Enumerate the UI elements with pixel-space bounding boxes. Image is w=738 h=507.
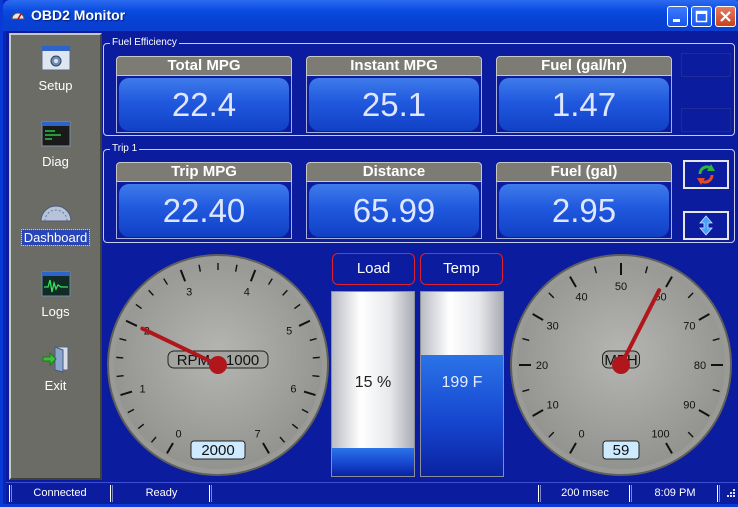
exit-door-icon xyxy=(42,346,68,373)
close-button[interactable] xyxy=(715,6,736,27)
waveform-icon xyxy=(41,271,70,297)
reset-trip-button[interactable] xyxy=(683,160,729,189)
status-connection: Connected xyxy=(33,487,87,499)
temp-bar-fill xyxy=(421,354,503,476)
sidebar-item-diag[interactable]: Diag xyxy=(11,115,100,185)
rpm-minor-tick xyxy=(116,356,124,359)
sidebar-item-dashboard[interactable]: Dashboard xyxy=(11,191,100,261)
speed-tick-label: 70 xyxy=(683,321,695,333)
metric-value: 22.4 xyxy=(119,78,289,131)
metric-value: 2.95 xyxy=(499,184,669,237)
metric-fuel-rate: Fuel (gal/hr) 1.47 xyxy=(496,56,672,133)
metric-value: 1.47 xyxy=(499,78,669,131)
rpm-readout: 2000 xyxy=(201,442,234,459)
status-interval: 200 msec xyxy=(561,487,609,499)
temp-label: Temp xyxy=(420,253,503,285)
speed-tick-label: 0 xyxy=(578,428,584,440)
group-legend: Fuel Efficiency xyxy=(110,37,179,48)
rpm-tick-label: 6 xyxy=(290,383,296,395)
rpm-tick-label: 5 xyxy=(286,326,292,338)
metric-value: 22.40 xyxy=(119,184,289,237)
speed-tick-label: 100 xyxy=(651,428,669,440)
status-state: Ready xyxy=(145,487,178,499)
sidebar-item-label: Setup xyxy=(38,78,73,93)
close-icon xyxy=(720,11,731,22)
terminal-icon xyxy=(41,121,70,147)
speed-readout: 59 xyxy=(613,442,630,459)
toggle-trip-button[interactable] xyxy=(683,211,729,240)
speed-tick-label: 80 xyxy=(694,360,706,372)
temp-bar: 199 F xyxy=(420,291,504,477)
metric-value: 65.99 xyxy=(309,184,479,237)
rpm-minor-tick xyxy=(312,356,320,359)
group-legend: Trip 1 xyxy=(110,143,140,154)
rpm-tick-label: 1 xyxy=(139,383,145,395)
title-bar[interactable]: OBD2 Monitor xyxy=(3,0,738,31)
load-bar: 15 % xyxy=(331,291,415,477)
resize-grip-icon[interactable] xyxy=(724,488,736,500)
sidebar-item-setup[interactable]: Setup xyxy=(11,39,100,109)
window-title: OBD2 Monitor xyxy=(31,7,126,23)
placeholder-button-bottom xyxy=(681,108,731,132)
metric-label: Trip MPG xyxy=(116,162,292,182)
speed-tick-label: 10 xyxy=(546,400,558,412)
placeholder-button-top xyxy=(681,53,731,77)
speed-tick-label: 30 xyxy=(546,321,558,333)
rpm-minor-tick xyxy=(312,374,320,378)
speed-needle-hub xyxy=(612,356,630,374)
rpm-minor-tick xyxy=(116,374,124,378)
metric-trip-mpg: Trip MPG 22.40 xyxy=(116,162,292,239)
temp-value: 199 F xyxy=(441,374,483,391)
sidebar-item-exit[interactable]: Exit xyxy=(11,339,100,409)
load-label: Load xyxy=(332,253,415,285)
refresh-arrows-icon xyxy=(697,164,715,185)
sidebar: Setup Diag Dashboard Logs Exit xyxy=(9,33,102,480)
sidebar-item-label: Exit xyxy=(44,378,67,393)
dashboard-gauge-icon xyxy=(39,205,72,222)
sidebar-item-logs[interactable]: Logs xyxy=(11,265,100,335)
sidebar-item-label: Diag xyxy=(42,154,69,169)
metric-distance: Distance 65.99 xyxy=(306,162,482,239)
rpm-tick-label: 7 xyxy=(254,428,260,440)
speed-tick-label: 50 xyxy=(615,281,627,293)
metric-fuel-gal: Fuel (gal) 2.95 xyxy=(496,162,672,239)
speed-tick-label: 40 xyxy=(575,292,587,304)
rpm-tick-label: 3 xyxy=(186,286,192,298)
speed-gauge: 0102030405060708090100MPH59 xyxy=(510,254,732,476)
status-bar: Connected Ready 200 msec 8:09 PM xyxy=(6,482,738,504)
metric-instant-mpg: Instant MPG 25.1 xyxy=(306,56,482,133)
status-time: 8:09 PM xyxy=(654,487,696,499)
up-down-arrow-icon xyxy=(699,215,713,236)
speed-tick-label: 20 xyxy=(536,360,548,372)
load-bar-fill xyxy=(332,448,414,476)
fuel-efficiency-group: Fuel Efficiency Total MPG 22.4 Instant M… xyxy=(103,37,735,136)
load-value: 15 % xyxy=(354,374,392,391)
minimize-button[interactable] xyxy=(667,6,688,27)
sidebar-item-label: Logs xyxy=(41,304,70,319)
minimize-icon xyxy=(673,19,680,22)
speed-tick-label: 90 xyxy=(683,400,695,412)
rpm-tick-label: 4 xyxy=(244,286,250,298)
metric-label: Distance xyxy=(306,162,482,182)
metric-label: Instant MPG xyxy=(306,56,482,76)
rpm-needle-hub xyxy=(209,356,227,374)
rpm-gauge: 01234567RPM x 10002000 xyxy=(107,254,329,476)
metric-value: 25.1 xyxy=(309,78,479,131)
trip-group: Trip 1 Trip MPG 22.40 Distance 65.99 Fue… xyxy=(103,143,735,243)
client-area: Setup Diag Dashboard Logs Exit Fuel Effi… xyxy=(6,31,738,482)
setup-icon xyxy=(41,45,70,71)
metric-label: Fuel (gal/hr) xyxy=(496,56,672,76)
rpm-tick-label: 0 xyxy=(175,428,181,440)
app-gauge-icon xyxy=(11,12,25,20)
app-window: OBD2 Monitor Setup Diag Dashboard Logs E… xyxy=(0,0,738,507)
maximize-button[interactable] xyxy=(691,6,712,27)
metric-label: Total MPG xyxy=(116,56,292,76)
maximize-icon xyxy=(695,10,708,23)
metric-total-mpg: Total MPG 22.4 xyxy=(116,56,292,133)
sidebar-item-label: Dashboard xyxy=(20,229,91,246)
metric-label: Fuel (gal) xyxy=(496,162,672,182)
